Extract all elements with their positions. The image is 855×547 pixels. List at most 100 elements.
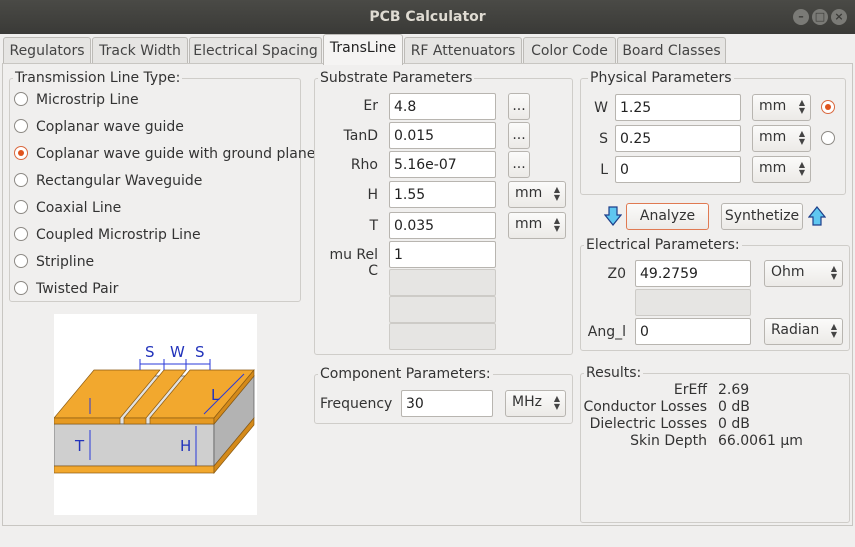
l-label: L: [600, 162, 608, 178]
tab-color-code[interactable]: Color Code: [523, 37, 616, 64]
t-label: T: [369, 218, 378, 234]
close-icon[interactable]: ×: [831, 9, 847, 25]
result-value: 0 dB: [718, 416, 750, 432]
line-diagram: S W S L T H: [53, 314, 257, 515]
tand-more-button[interactable]: ...: [508, 122, 530, 149]
result-label: Conductor Losses: [583, 399, 707, 415]
frequency-label: Frequency: [320, 396, 393, 412]
diagram-label-h: H: [180, 437, 192, 455]
radio-icon[interactable]: [14, 119, 28, 133]
z0-unit-select[interactable]: Ohm ▲ ▼: [764, 260, 843, 287]
radio-stripline[interactable]: Stripline: [14, 252, 94, 272]
er-more-button[interactable]: ...: [508, 93, 530, 120]
s-unit-select[interactable]: mm ▲ ▼: [752, 125, 811, 152]
coplanar-diagram-illustration: [53, 359, 255, 474]
tand-input[interactable]: [389, 122, 496, 149]
h-label: H: [367, 187, 378, 203]
disabled-field: [389, 323, 496, 350]
tab-rf-attenuators[interactable]: RF Attenuators: [404, 37, 522, 64]
result-value: 66.0061 µm: [718, 433, 803, 449]
l-unit-select[interactable]: mm ▲ ▼: [752, 156, 811, 183]
minimize-icon[interactable]: –: [793, 9, 809, 25]
component-title: Component Parameters:: [318, 366, 493, 382]
electrical-title: Electrical Parameters:: [584, 237, 742, 253]
rho-more-button[interactable]: ...: [508, 151, 530, 178]
er-input[interactable]: [389, 93, 496, 120]
diagram-label-l: L: [211, 386, 220, 404]
tand-label: TanD: [343, 128, 378, 144]
ang-label: Ang_l: [587, 324, 626, 340]
er-label: Er: [363, 98, 378, 114]
w-target-radio-icon[interactable]: [821, 100, 835, 114]
ang-unit-select[interactable]: Radian ▲ ▼: [764, 318, 843, 345]
tab-electrical-spacing[interactable]: Electrical Spacing: [189, 37, 322, 64]
s-input[interactable]: [615, 125, 741, 152]
spin-arrows-icon: ▲ ▼: [553, 394, 560, 411]
z0-input[interactable]: [635, 260, 751, 287]
radio-coupled-microstrip[interactable]: Coupled Microstrip Line: [14, 225, 201, 245]
w-label: W: [594, 100, 608, 116]
murel-input[interactable]: [389, 241, 496, 268]
rho-label: Rho: [350, 157, 378, 173]
frequency-unit-select[interactable]: MHz ▲ ▼: [505, 390, 566, 417]
tab-track-width[interactable]: Track Width: [92, 37, 188, 64]
s-label: S: [599, 131, 608, 147]
t-input[interactable]: [389, 212, 496, 239]
disabled-field: [389, 296, 496, 323]
tab-regulators[interactable]: Regulators: [3, 37, 91, 64]
result-label: Skin Depth: [630, 433, 707, 449]
results-title: Results:: [584, 365, 644, 381]
spin-arrows-icon: ▲ ▼: [553, 216, 560, 233]
radio-twisted-pair[interactable]: Twisted Pair: [14, 279, 118, 299]
frequency-input[interactable]: [401, 390, 493, 417]
radio-rect-waveguide[interactable]: Rectangular Waveguide: [14, 171, 202, 191]
spin-arrows-icon: ▲ ▼: [798, 160, 805, 177]
arrow-down-icon: [604, 206, 622, 226]
diagram-label-t: T: [75, 437, 85, 455]
radio-coaxial[interactable]: Coaxial Line: [14, 198, 121, 218]
z0-label: Z0: [607, 266, 627, 282]
disabled-field: [389, 269, 496, 296]
radio-icon[interactable]: [14, 281, 28, 295]
tab-transline[interactable]: TransLine: [323, 34, 403, 65]
spin-arrows-icon: ▲ ▼: [798, 98, 805, 115]
l-input[interactable]: [615, 156, 741, 183]
result-value: 0 dB: [718, 399, 750, 415]
radio-icon[interactable]: [14, 92, 28, 106]
radio-coplanar-ground[interactable]: Coplanar wave guide with ground plane: [14, 144, 315, 164]
h-input[interactable]: [389, 181, 496, 208]
diagram-label-s1: S: [145, 343, 155, 361]
t-unit-select[interactable]: mm ▲ ▼: [508, 212, 566, 239]
spin-arrows-icon: ▲ ▼: [830, 322, 837, 339]
substrate-title: Substrate Parameters: [318, 70, 475, 86]
ang-input[interactable]: [635, 318, 751, 345]
maximize-icon[interactable]: □: [812, 9, 828, 25]
radio-microstrip[interactable]: Microstrip Line: [14, 90, 139, 110]
tab-board-classes[interactable]: Board Classes: [617, 37, 726, 64]
rho-input[interactable]: [389, 151, 496, 178]
result-value: 2.69: [718, 382, 750, 398]
physical-title: Physical Parameters: [588, 70, 734, 86]
radio-coplanar[interactable]: Coplanar wave guide: [14, 117, 184, 137]
window-title: PCB Calculator: [369, 9, 486, 25]
line-type-title: Transmission Line Type:: [13, 70, 183, 86]
w-input[interactable]: [615, 94, 741, 121]
radio-selected-icon[interactable]: [14, 146, 28, 160]
disabled-field: [635, 289, 751, 316]
spin-arrows-icon: ▲ ▼: [798, 129, 805, 146]
synthetize-button[interactable]: Synthetize: [721, 203, 803, 230]
radio-icon[interactable]: [14, 200, 28, 214]
h-unit-select[interactable]: mm ▲ ▼: [508, 181, 566, 208]
radio-icon[interactable]: [14, 254, 28, 268]
status-bar: [0, 527, 855, 547]
s-target-radio-icon[interactable]: [821, 131, 835, 145]
w-unit-select[interactable]: mm ▲ ▼: [752, 94, 811, 121]
result-label: Dielectric Losses: [589, 416, 707, 432]
diagram-label-w: W: [170, 343, 185, 361]
analyze-button[interactable]: Analyze: [626, 203, 709, 230]
spin-arrows-icon: ▲ ▼: [553, 185, 560, 202]
radio-icon[interactable]: [14, 227, 28, 241]
radio-icon[interactable]: [14, 173, 28, 187]
arrow-up-icon: [808, 206, 826, 226]
spin-arrows-icon: ▲ ▼: [830, 264, 837, 281]
